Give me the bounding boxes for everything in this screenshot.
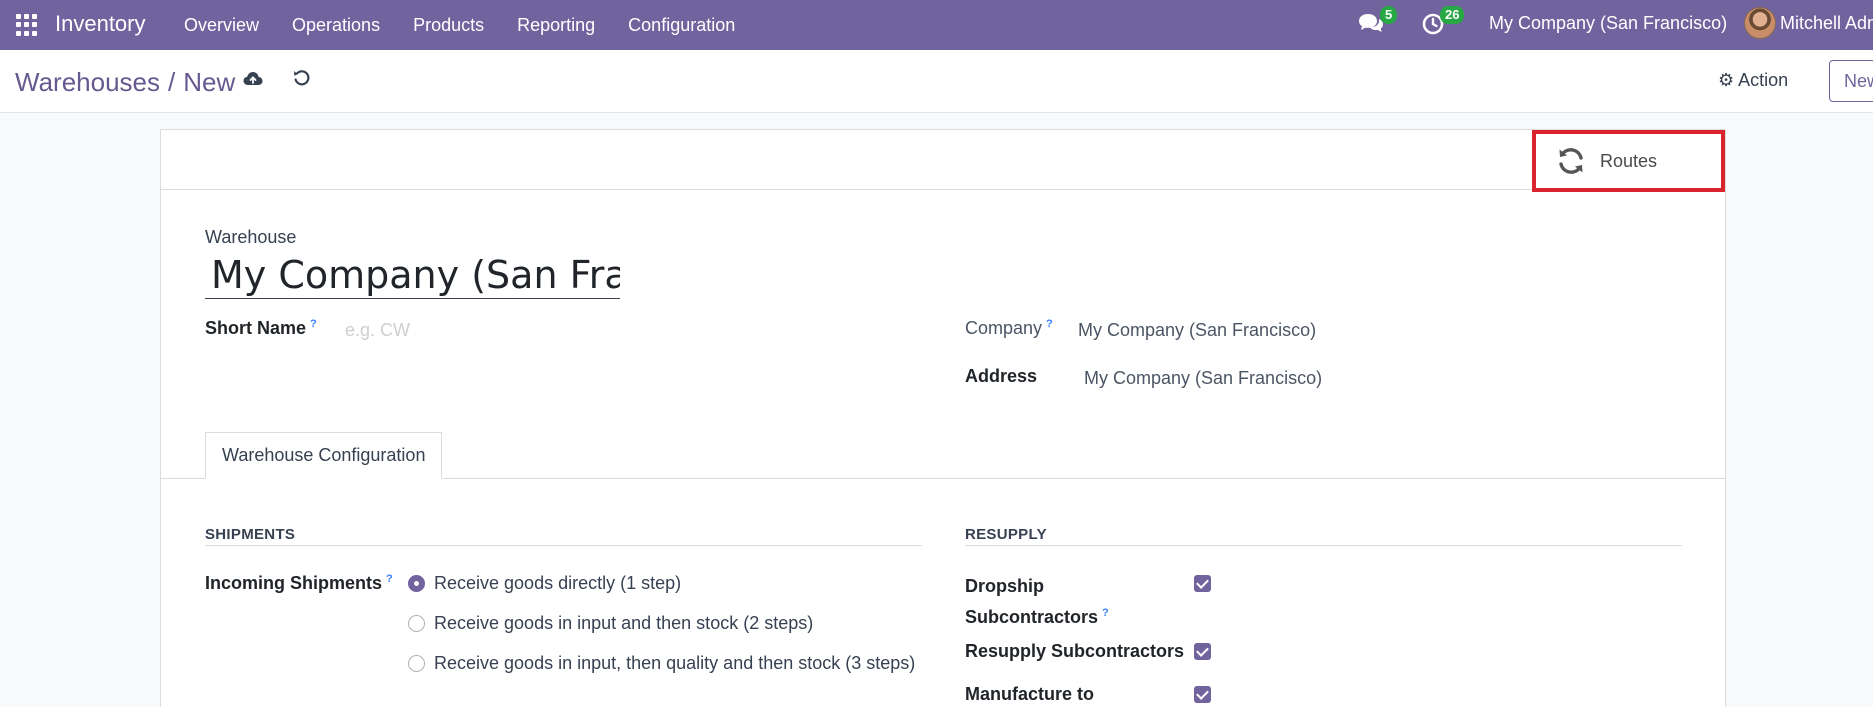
routes-smart-button[interactable]: Routes: [1532, 130, 1725, 192]
notebook-tabs: Warehouse Configuration: [161, 432, 1725, 479]
manufacture-to-checkbox[interactable]: [1194, 686, 1211, 703]
company-help-icon[interactable]: ?: [1046, 318, 1053, 330]
top-navbar: Inventory Overview Operations Products R…: [0, 0, 1873, 50]
form-sheet: Routes Warehouse Short Name? Company? My…: [160, 129, 1726, 707]
incoming-help-icon[interactable]: ?: [386, 573, 393, 585]
menu-item-configuration[interactable]: Configuration: [628, 15, 735, 36]
user-menu[interactable]: Mitchell Admin: [1780, 13, 1873, 34]
dropship-label-text: Dropship Subcontractors: [965, 576, 1099, 627]
radio-option-1-step[interactable]: Receive goods directly (1 step): [408, 573, 681, 594]
discard-undo-icon[interactable]: [292, 68, 312, 88]
refresh-routes-icon: [1559, 148, 1583, 174]
radio-option-label: Receive goods in input, then quality and…: [434, 653, 916, 673]
radio-button[interactable]: [408, 655, 425, 672]
menu-item-products[interactable]: Products: [413, 15, 484, 36]
radio-option-3-steps[interactable]: Receive goods in input, then quality and…: [408, 653, 915, 674]
save-cloud-icon[interactable]: [242, 68, 264, 90]
dropship-subcontractors-label: Dropship Subcontractors?: [965, 573, 1125, 631]
address-label: Address: [965, 366, 1038, 386]
shipments-section-title: SHIPMENTS: [205, 526, 296, 543]
main-menu: Overview Operations Products Reporting C…: [184, 0, 768, 50]
apps-grid-icon[interactable]: [16, 14, 38, 36]
control-panel: Warehouses/New ⚙Action New: [0, 50, 1873, 113]
breadcrumb-separator: /: [168, 67, 176, 97]
address-field[interactable]: My Company (San Francisco): [1084, 368, 1322, 389]
company-label: Company?: [965, 318, 1053, 339]
new-button[interactable]: New: [1829, 60, 1873, 102]
resupply-divider: [965, 545, 1682, 546]
company-field[interactable]: My Company (San Francisco): [1078, 320, 1316, 341]
short-name-input[interactable]: [345, 316, 945, 344]
messages-count-badge: 5: [1380, 6, 1398, 24]
menu-item-reporting[interactable]: Reporting: [517, 15, 595, 36]
app-brand[interactable]: Inventory: [55, 11, 146, 37]
incoming-shipments-label: Incoming Shipments?: [205, 573, 393, 594]
radio-option-label: Receive goods directly (1 step): [434, 573, 682, 593]
user-avatar[interactable]: [1744, 7, 1776, 39]
radio-option-label: Receive goods in input and then stock (2…: [434, 613, 814, 633]
radio-option-2-steps[interactable]: Receive goods in input and then stock (2…: [408, 613, 813, 634]
resupply-subcontractors-label: Resupply Subcontractors: [965, 641, 1185, 661]
company-label-text: Company: [965, 318, 1043, 338]
radio-button[interactable]: [408, 615, 425, 632]
resupply-subcontractors-checkbox[interactable]: [1194, 643, 1211, 660]
short-name-label-text: Short Name: [205, 318, 307, 338]
short-name-label: Short Name?: [205, 318, 317, 339]
warehouse-name-label: Warehouse: [205, 227, 297, 247]
dropship-help-icon[interactable]: ?: [1102, 607, 1109, 619]
shipments-divider: [205, 545, 922, 546]
resupply-section-title: RESUPPLY: [965, 526, 1047, 543]
tab-warehouse-configuration[interactable]: Warehouse Configuration: [205, 432, 443, 479]
breadcrumb-current: New: [183, 67, 236, 97]
routes-label: Routes: [1600, 150, 1658, 171]
warehouse-name-input[interactable]: [205, 252, 620, 299]
dropship-subcontractors-checkbox[interactable]: [1194, 575, 1211, 592]
breadcrumb-warehouses[interactable]: Warehouses: [15, 67, 160, 97]
short-name-help-icon[interactable]: ?: [310, 318, 317, 330]
gear-icon: ⚙: [1718, 70, 1735, 90]
incoming-shipments-label-text: Incoming Shipments: [205, 573, 383, 593]
radio-button-checked[interactable]: [408, 575, 425, 592]
breadcrumb: Warehouses / New: [15, 67, 235, 98]
button-box: Routes: [161, 130, 1725, 192]
menu-item-overview[interactable]: Overview: [184, 15, 259, 36]
manufacture-to-label: Manufacture to: [965, 684, 1095, 704]
action-label: Action: [1738, 70, 1789, 90]
company-switcher[interactable]: My Company (San Francisco): [1489, 13, 1727, 34]
activities-count-badge: 26: [1440, 6, 1465, 24]
action-menu-button[interactable]: ⚙ Action: [1718, 70, 1788, 91]
menu-item-operations[interactable]: Operations: [292, 15, 380, 36]
